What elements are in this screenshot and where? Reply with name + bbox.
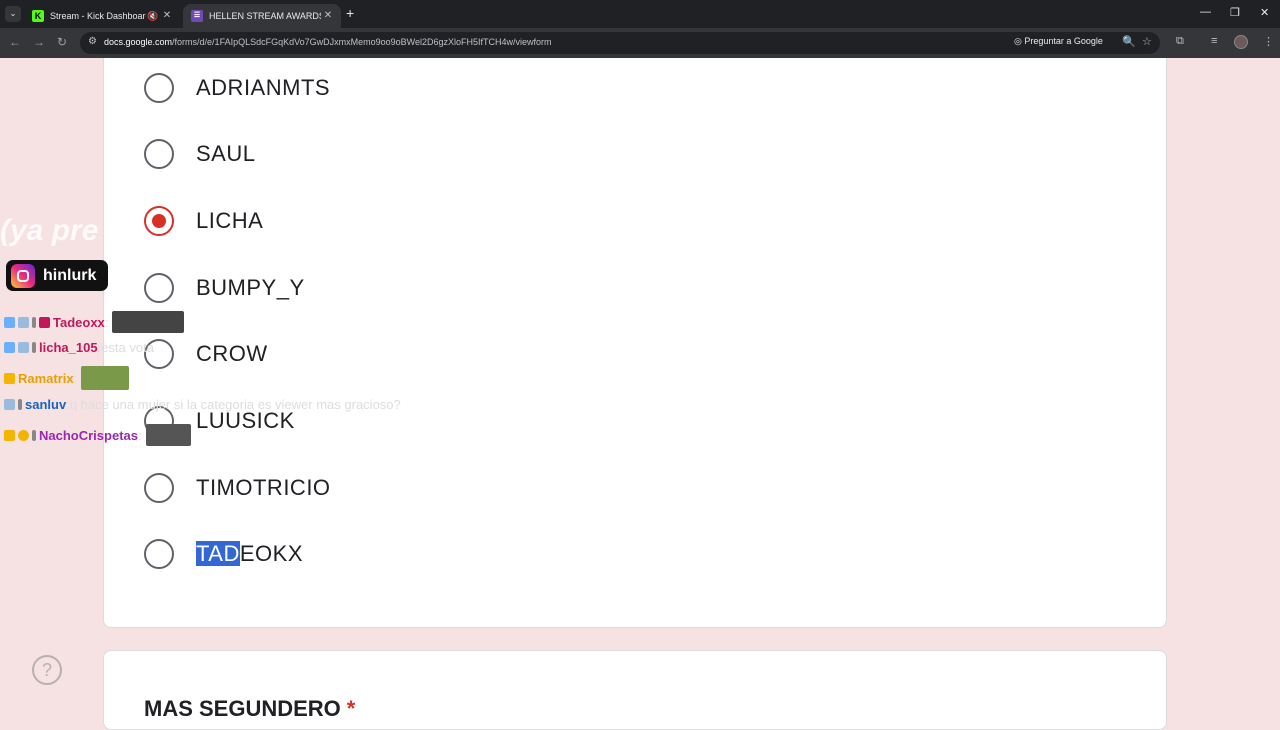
next-question-card: MAS SEGUNDERO *	[103, 650, 1167, 730]
chat-message: NachoCrispetas:	[4, 424, 191, 446]
radio-button[interactable]	[144, 473, 174, 503]
back-icon[interactable]: ←	[9, 35, 21, 49]
option-label: TIMOTRICIO	[196, 475, 331, 500]
badge-icon	[39, 316, 50, 328]
browser-toolbar: ← → ↻ ⚙ docs.google.com/forms/d/e/1FAIpQ…	[0, 28, 1280, 58]
instagram-handle: hinlurk	[43, 266, 97, 284]
badge-icon	[4, 316, 15, 328]
option-label: CROW	[196, 341, 268, 366]
extensions-icon[interactable]: ⧉	[1176, 35, 1184, 48]
option-label: SAUL	[196, 141, 256, 166]
chat-message: Tadeoxx:	[4, 311, 185, 333]
option-bumpy-y[interactable]: BUMPY_Y	[144, 270, 305, 306]
instagram-icon	[11, 263, 35, 288]
tab-hellen-stream-awards[interactable]: ☰ HELLEN STREAM AWARDS ✕	[183, 4, 341, 28]
question-title: MAS SEGUNDERO *	[144, 696, 356, 721]
chat-message: sanluv: q hace una mujer si la categoria…	[4, 397, 401, 412]
option-label: LICHA	[196, 208, 264, 233]
tab-strip: ⌄ K Stream - Kick Dashboard 🔇 ✕ ☰ HELLEN…	[0, 0, 1280, 28]
option-adrianmts[interactable]: ADRIANMTS	[144, 70, 330, 106]
emote-image	[145, 424, 191, 446]
emote-image	[81, 366, 130, 390]
help-icon[interactable]: ?	[32, 655, 62, 685]
radio-button[interactable]	[144, 139, 174, 169]
tab-kick-dashboard[interactable]: K Stream - Kick Dashboard 🔇 ✕	[24, 4, 180, 28]
tab-title: Stream - Kick Dashboard	[50, 11, 146, 21]
close-window-icon[interactable]: ✕	[1260, 6, 1269, 19]
option-label: ADRIANMTS	[196, 75, 331, 100]
instagram-badge: hinlurk	[6, 260, 108, 291]
new-tab-button[interactable]: +	[346, 5, 354, 21]
forward-icon[interactable]: →	[33, 35, 45, 49]
chat-message: licha_105: esta vota	[4, 340, 154, 355]
chat-message: Ramatrix:	[4, 366, 130, 390]
radio-button[interactable]	[144, 273, 174, 303]
badge-icon	[32, 429, 36, 441]
media-controls-icon[interactable]: ≡	[1211, 35, 1217, 47]
address-bar[interactable]: ⚙ docs.google.com/forms/d/e/1FAIpQLSdcFG…	[80, 32, 1160, 54]
question-card: ADRIANMTS SAUL LICHA BUMPY_Y CROW LUUSIC…	[103, 58, 1167, 628]
tab-search-icon[interactable]: ⌄	[5, 6, 21, 22]
close-tab-icon[interactable]: ✕	[321, 6, 335, 26]
tab-title: HELLEN STREAM AWARDS	[209, 11, 321, 21]
radio-button[interactable]	[144, 73, 174, 103]
option-crow[interactable]: CROW	[144, 336, 268, 372]
required-asterisk: *	[346, 696, 356, 721]
option-label: BUMPY_Y	[196, 275, 305, 300]
badge-icon	[18, 399, 22, 410]
forms-icon: ☰	[191, 10, 203, 22]
badge-icon	[4, 342, 15, 353]
minimize-icon[interactable]: —	[1200, 6, 1211, 18]
url-text[interactable]: docs.google.com/forms/d/e/1FAIpQLSdcFGqK…	[104, 37, 552, 47]
profile-avatar[interactable]	[1234, 35, 1248, 49]
option-timotricio[interactable]: TIMOTRICIO	[144, 470, 331, 506]
badge-icon	[32, 342, 36, 353]
badge-icon	[18, 429, 29, 441]
badge-icon	[4, 399, 15, 410]
selected-text: TAD	[196, 541, 240, 566]
option-saul[interactable]: SAUL	[144, 136, 255, 172]
radio-button-selected[interactable]	[144, 206, 174, 236]
site-info-icon[interactable]: ⚙	[88, 36, 97, 47]
bookmark-star-icon[interactable]: ☆	[1142, 35, 1152, 48]
badge-icon	[32, 316, 36, 328]
restore-icon[interactable]: ❐	[1230, 6, 1240, 19]
option-tadeokx[interactable]: TADEOKX	[144, 536, 303, 572]
crown-icon	[4, 429, 15, 441]
badge-icon	[18, 316, 29, 328]
menu-icon[interactable]: ⋮	[1263, 35, 1274, 48]
emote-image	[112, 311, 185, 333]
kick-logo-icon: K	[32, 10, 44, 22]
ask-google-button[interactable]: ◎ Preguntar a Google	[1014, 36, 1103, 47]
radio-button[interactable]	[144, 539, 174, 569]
badge-icon	[18, 342, 29, 353]
zoom-icon[interactable]: 🔍	[1122, 35, 1136, 48]
crown-icon	[4, 372, 15, 384]
mute-icon[interactable]: 🔇	[146, 6, 160, 26]
overlay-caption: (ya pre	[0, 214, 99, 247]
option-licha[interactable]: LICHA	[144, 203, 263, 239]
reload-icon[interactable]: ↻	[57, 35, 67, 49]
option-label: TADEOKX	[196, 541, 304, 566]
close-tab-icon[interactable]: ✕	[160, 6, 174, 26]
